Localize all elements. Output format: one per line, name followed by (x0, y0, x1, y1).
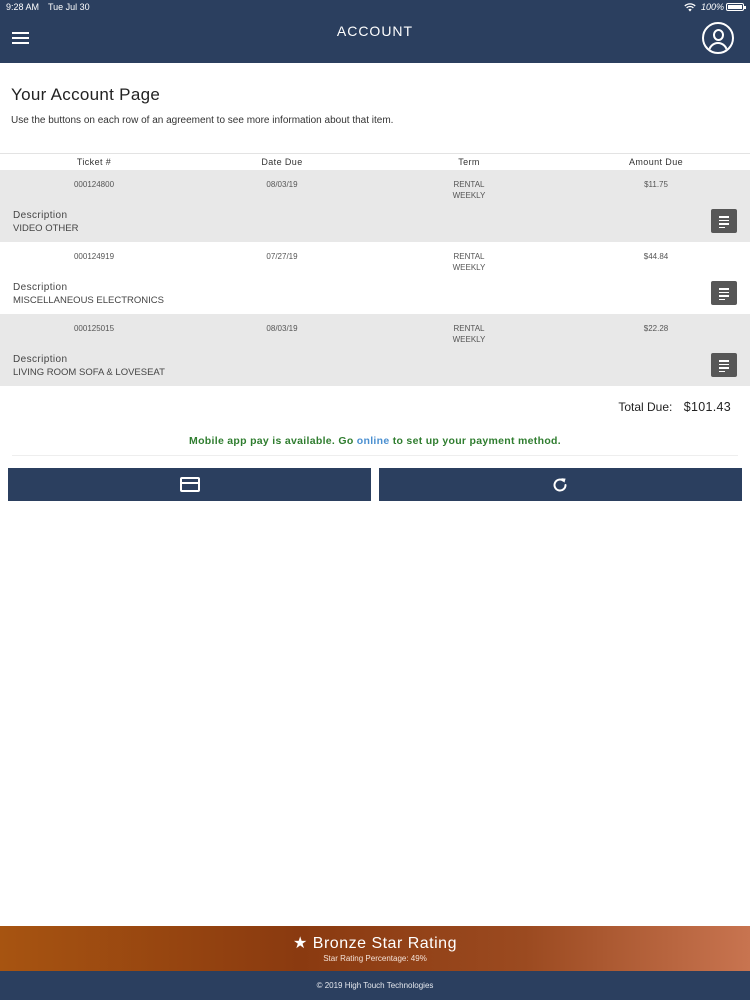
agreement-row: 000125015 08/03/19 RENTAL WEEKLY $22.28 … (0, 314, 750, 386)
refresh-button[interactable] (379, 468, 742, 501)
agreement-row: 000124800 08/03/19 RENTAL WEEKLY $11.75 … (0, 170, 750, 242)
date-due: 08/03/19 (266, 180, 298, 189)
status-bar: 9:28 AM Tue Jul 30 100% (0, 0, 750, 14)
column-header-term: Term (458, 157, 480, 167)
details-list-icon[interactable] (711, 353, 737, 377)
star-rating-title: ★ Bronze Star Rating (0, 933, 750, 953)
description-label: Description (13, 282, 68, 293)
payment-message-text-end: to set up your payment method. (389, 435, 561, 447)
term-type: RENTAL (453, 324, 485, 333)
amount-due: $11.75 (644, 180, 668, 189)
online-link[interactable]: online (357, 435, 390, 447)
term: RENTAL WEEKLY (376, 179, 562, 201)
wifi-icon (684, 2, 696, 16)
term-type: RENTAL (453, 252, 485, 261)
description-label: Description (13, 210, 68, 221)
column-header-ticket: Ticket # (76, 157, 112, 167)
payment-message: Mobile app pay is available. Go online t… (0, 435, 750, 447)
amount-due: $44.84 (643, 252, 669, 261)
table-header: Ticket # Date Due Term Amount Due (0, 157, 750, 170)
ticket-number: 000124919 (73, 252, 115, 261)
description-value: VIDEO OTHER (13, 223, 79, 234)
status-time: 9:28 AM (6, 2, 40, 12)
term-type: RENTAL (453, 180, 485, 189)
star-rating-percentage: Star Rating Percentage: 49% (323, 954, 427, 963)
divider (0, 153, 750, 154)
details-list-icon[interactable] (711, 209, 737, 233)
total-due-amount: $101.43 (683, 400, 731, 414)
page-title: Your Account Page (11, 85, 161, 104)
ticket-number: 000125015 (73, 324, 115, 333)
total-due: Total Due: $101.43 (618, 400, 731, 414)
battery-icon (726, 3, 746, 11)
column-header-amount-due: Amount Due (628, 157, 684, 167)
details-list-icon[interactable] (711, 281, 737, 305)
payment-message-text: Mobile app pay is available. Go (189, 435, 357, 447)
star-icon: ★ (293, 935, 308, 952)
top-navigation-bar: 9:28 AM Tue Jul 30 100% ACCOUNT (0, 0, 750, 63)
footer: © 2019 High Touch Technologies (0, 971, 750, 1000)
user-profile-icon[interactable] (702, 22, 734, 54)
copyright-text: © 2019 High Touch Technologies (316, 981, 434, 990)
pay-card-button[interactable] (8, 468, 371, 501)
description-value: MISCELLANEOUS ELECTRONICS (13, 295, 164, 306)
column-header-date-due: Date Due (261, 157, 303, 167)
date-due: 07/27/19 (266, 252, 298, 261)
battery-percentage: 100% (700, 2, 724, 12)
status-date: Tue Jul 30 (48, 2, 90, 12)
term-frequency: WEEKLY (452, 263, 486, 272)
page-header-title: ACCOUNT (336, 23, 414, 39)
amount-due: $22.28 (643, 324, 669, 333)
credit-card-icon (180, 477, 200, 492)
refresh-icon (551, 476, 569, 497)
term: RENTAL WEEKLY (376, 251, 562, 273)
description-value: LIVING ROOM SOFA & LOVESEAT (13, 367, 165, 378)
star-rating-banner: ★ Bronze Star Rating Star Rating Percent… (0, 926, 750, 971)
divider (12, 455, 738, 456)
ticket-number: 000124800 (73, 180, 115, 189)
date-due: 08/03/19 (266, 324, 298, 333)
term-frequency: WEEKLY (452, 335, 486, 344)
description-label: Description (13, 354, 68, 365)
star-rating-label: Bronze Star Rating (312, 935, 457, 952)
term-frequency: WEEKLY (452, 191, 486, 200)
term: RENTAL WEEKLY (376, 323, 562, 345)
agreement-row: 000124919 07/27/19 RENTAL WEEKLY $44.84 … (0, 242, 750, 314)
page-instructions: Use the buttons on each row of an agreem… (11, 115, 394, 126)
total-due-label: Total Due: (618, 400, 673, 414)
